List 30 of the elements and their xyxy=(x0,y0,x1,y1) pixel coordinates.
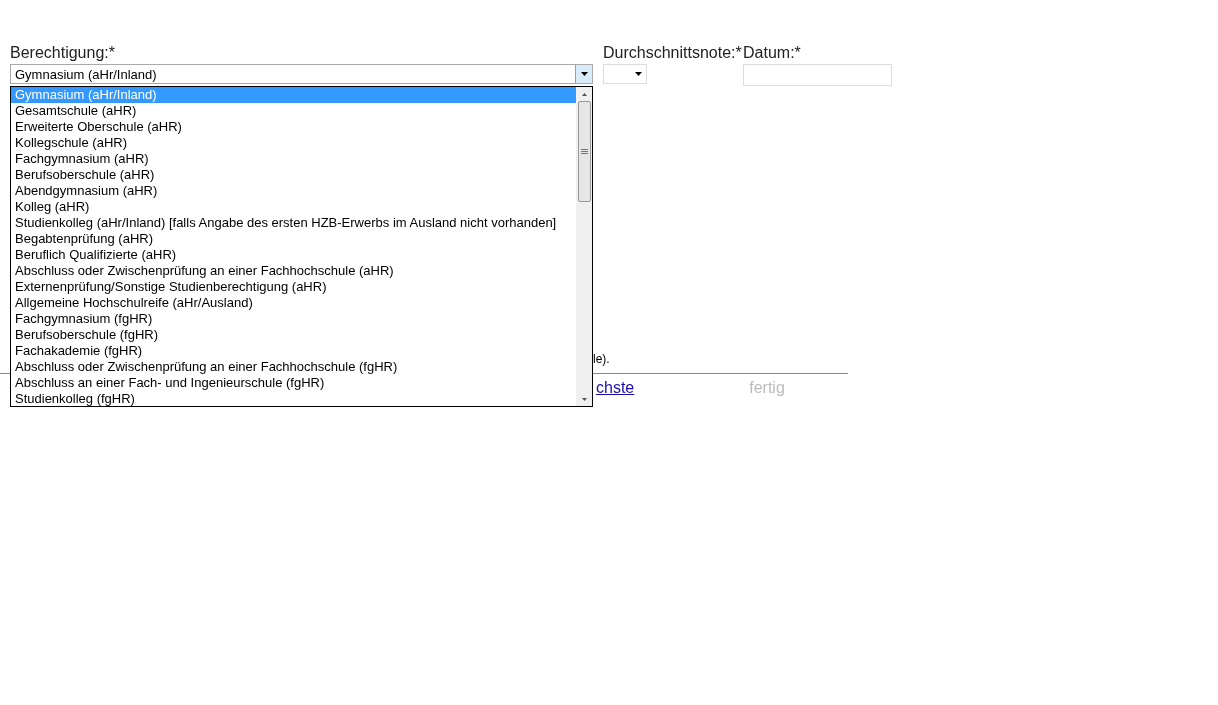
dropdown-option[interactable]: Berufsoberschule (aHR) xyxy=(11,167,576,183)
dropdown-option[interactable]: Studienkolleg (fgHR) xyxy=(11,391,576,407)
select-field[interactable]: Gymnasium (aHr/Inland) xyxy=(10,64,593,84)
dropdown-option[interactable]: Kolleg (aHR) xyxy=(11,199,576,215)
scroll-thumb[interactable] xyxy=(577,101,591,202)
dropdown-option[interactable]: Abschluss oder Zwischenprüfung an einer Fachhochschule (aHR) xyxy=(11,263,576,279)
dropdown-option[interactable]: Studienkolleg (aHr/Inland) [falls Angabe des ersten HZB-Erwerbs im Ausland nicht vorhanden] xyxy=(11,215,576,231)
dropdown-option[interactable]: Kollegschule (aHR) xyxy=(11,135,576,151)
note-text: le). xyxy=(593,352,610,366)
date-field[interactable] xyxy=(743,64,892,86)
dropdown-option[interactable]: Fachgymnasium (fgHR) xyxy=(11,311,576,327)
field-label: Berechtigung:* xyxy=(10,44,116,63)
dropdown-option[interactable]: Gesamtschule (aHR) xyxy=(11,103,576,119)
dropdown-arrow-icon xyxy=(635,72,642,76)
dropdown-option[interactable]: Abendgymnasium (aHR) xyxy=(11,183,576,199)
dropdown-option[interactable]: Berufsoberschule (fgHR) xyxy=(11,327,576,343)
dropdown-option[interactable]: Allgemeine Hochschulreife (aHr/Ausland) xyxy=(11,295,576,311)
dropdown-option[interactable]: Fachgymnasium (aHR) xyxy=(11,151,576,167)
dropdown-option[interactable]: Externenprüfung/Sonstige Studienberechtigung (aHR) xyxy=(11,279,576,295)
dropdown-option[interactable]: Fachakademie (fgHR) xyxy=(11,343,576,359)
dropdown-option[interactable]: Abschluss an einer Fach- und Ingenieurschule (fgHR) xyxy=(11,375,576,391)
dropdown-option[interactable]: Begabtenprüfung (aHR) xyxy=(11,231,576,247)
dropdown-option[interactable]: Beruflich Qualifizierte (aHR) xyxy=(11,247,576,263)
dropdown-option[interactable]: Erweiterte Oberschule (aHR) xyxy=(11,119,576,135)
select-field[interactable] xyxy=(603,64,647,84)
field-label: Durchschnittsnote:* xyxy=(603,44,743,63)
nav-link[interactable]: chste xyxy=(596,379,635,397)
dropdown-option[interactable]: Abschluss oder Zwischenprüfung an einer Fachhochschule (fgHR) xyxy=(11,359,576,375)
field-label: Datum:* xyxy=(743,44,802,63)
scrollbar[interactable] xyxy=(576,87,592,406)
